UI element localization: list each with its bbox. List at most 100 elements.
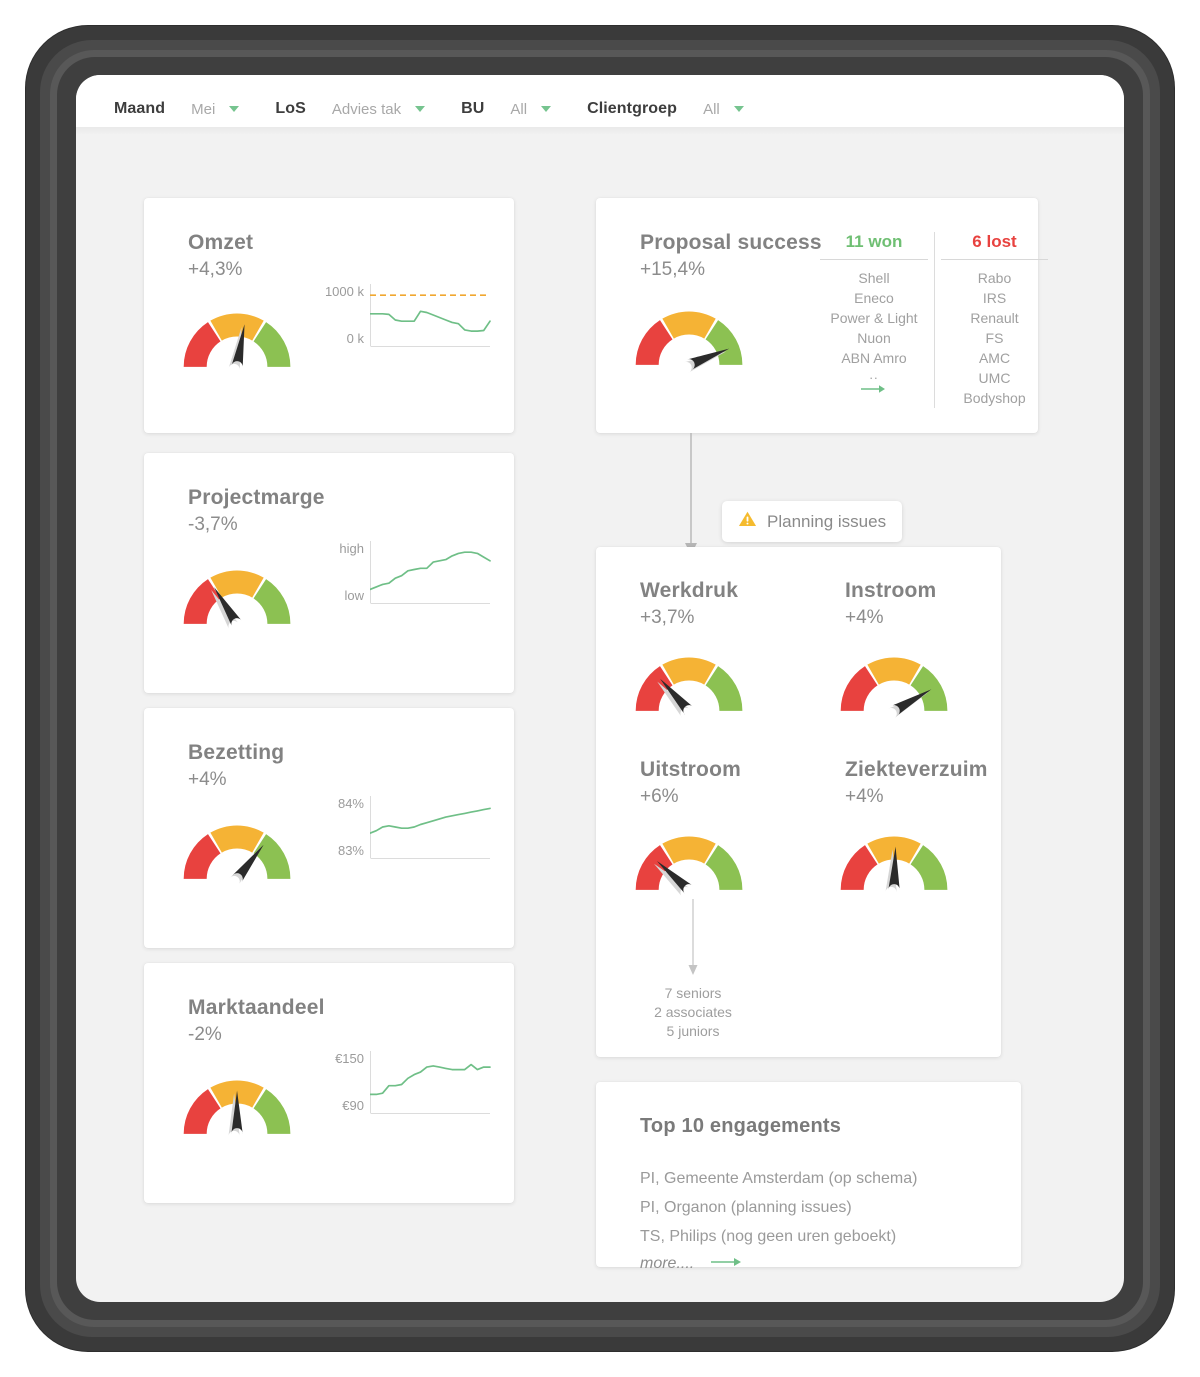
card-bezetting[interactable]: Bezetting +4% 84% 83% bbox=[144, 708, 514, 948]
engagements-more-link[interactable]: more.... bbox=[640, 1255, 917, 1273]
proposal-won-item: Power & Light bbox=[830, 310, 918, 326]
gauge-omzet bbox=[180, 308, 294, 380]
filter-tab-maand[interactable]: Maand Mei bbox=[100, 91, 254, 127]
ellipsis-label: .. bbox=[869, 367, 879, 382]
proposal-won-header: 11 won bbox=[845, 232, 903, 251]
kpi-header-proposal: Proposal success +15,4% bbox=[640, 231, 822, 281]
engagements-more-label: more.... bbox=[640, 1255, 695, 1272]
filter-label-maand: Maand bbox=[114, 100, 166, 117]
chevron-down-icon[interactable] bbox=[733, 106, 744, 112]
filter-value-clientgroep: All bbox=[703, 100, 720, 118]
engagements-title: Top 10 engagements bbox=[640, 1115, 842, 1137]
filter-tab-clientgroep[interactable]: Clientgroep All bbox=[573, 91, 758, 127]
proposal-outcomes-table: 11 won Shell Eneco Power & Light Nuon ABN Am… bbox=[814, 232, 1054, 408]
hr-metric-ziekteverzuim: Ziekteverzuim +4% bbox=[845, 758, 988, 808]
proposal-lost-item: Bodyshop bbox=[963, 390, 1026, 406]
filter-label-clientgroep: Clientgroep bbox=[587, 100, 678, 117]
kpi-header-marktaandeel: Marktaandeel -2% bbox=[188, 996, 325, 1046]
hr-metric-uitstroom: Uitstroom +6% bbox=[640, 758, 741, 808]
spark-label-bottom: low bbox=[344, 588, 364, 603]
kpi-delta-proposal: +15,4% bbox=[640, 259, 705, 280]
list-item[interactable]: TS, Philips (nog geen uren geboekt) bbox=[640, 1222, 917, 1251]
kpi-delta-marktaandeel: -2% bbox=[188, 1024, 222, 1045]
filter-label-los: LoS bbox=[275, 100, 306, 117]
proposal-lost-item: Renault bbox=[970, 310, 1019, 326]
gauge-werkdruk bbox=[632, 652, 746, 724]
sparkline-marktaandeel: €150 €90 bbox=[318, 1051, 491, 1123]
filter-value-los: Advies tak bbox=[331, 100, 402, 118]
divider bbox=[820, 259, 928, 260]
kpi-title-uitstroom: Uitstroom bbox=[640, 758, 741, 781]
hr-metric-werkdruk: Werkdruk +3,7% bbox=[640, 579, 738, 629]
proposal-lost-list: Rabo IRS Renault FS AMC UMC Bodyshop bbox=[935, 268, 1054, 408]
kpi-delta-instroom: +4% bbox=[845, 607, 884, 628]
proposal-won-item: Shell bbox=[858, 270, 890, 286]
filter-value-maand: Mei bbox=[191, 100, 216, 118]
card-hr-metrics[interactable]: Werkdruk +3,7% Instroom +4% Uitstroom +6… bbox=[596, 547, 1001, 1057]
proposal-lost-header: 6 lost bbox=[972, 232, 1017, 251]
bezel-ring-innermost: Maand Mei LoS Advies tak BU All Clientgr… bbox=[57, 57, 1143, 1320]
chevron-down-icon[interactable] bbox=[541, 106, 552, 112]
breakdown-item: 7 seniors bbox=[664, 985, 722, 1001]
proposal-lost-item: UMC bbox=[978, 370, 1011, 386]
bezel-ring-inner: Maand Mei LoS Advies tak BU All Clientgr… bbox=[50, 50, 1150, 1327]
filter-bar: Maand Mei LoS Advies tak BU All Clientgr… bbox=[76, 75, 1124, 127]
kpi-title-instroom: Instroom bbox=[845, 579, 937, 602]
sparkline-omzet: 1000 k 0 k bbox=[318, 284, 491, 356]
card-projectmarge[interactable]: Projectmarge -3,7% high low bbox=[144, 453, 514, 693]
kpi-delta-bezetting: +4% bbox=[188, 769, 227, 790]
card-marktaandeel[interactable]: Marktaandeel -2% €150 €90 bbox=[144, 963, 514, 1203]
sparkline-bezetting: 84% 83% bbox=[318, 796, 491, 868]
list-item[interactable]: PI, Organon (planning issues) bbox=[640, 1193, 917, 1222]
proposal-lost-item: AMC bbox=[978, 350, 1011, 366]
uitstroom-breakdown: 7 seniors 2 associates 5 juniors bbox=[608, 984, 778, 1041]
card-top-engagements[interactable]: Top 10 engagements PI, Gemeente Amsterda… bbox=[596, 1082, 1021, 1272]
dashboard-canvas: Omzet +4,3% 1000 k 0 k Projectmarge -3,7… bbox=[76, 127, 1124, 1302]
spark-label-top: 1000 k bbox=[324, 284, 364, 299]
proposal-won-more[interactable]: .. bbox=[814, 367, 934, 400]
chevron-down-icon[interactable] bbox=[229, 106, 240, 112]
filter-value-bu: All bbox=[510, 100, 528, 118]
sparkline-projectmarge: high low bbox=[318, 541, 491, 613]
kpi-title-omzet: Omzet bbox=[188, 231, 254, 254]
kpi-delta-werkdruk: +3,7% bbox=[640, 607, 695, 628]
kpi-title-bezetting: Bezetting bbox=[188, 741, 285, 764]
planning-issues-label: Planning issues bbox=[767, 511, 887, 531]
spark-label-top: high bbox=[339, 541, 364, 556]
proposal-won-column: 11 won Shell Eneco Power & Light Nuon ABN Am… bbox=[814, 232, 934, 408]
kpi-header-bezetting: Bezetting +4% bbox=[188, 741, 284, 791]
kpi-delta-omzet: +4,3% bbox=[188, 259, 243, 280]
gauge-ziekteverzuim bbox=[837, 831, 951, 903]
proposal-lost-item: FS bbox=[985, 330, 1004, 346]
tablet-device: Maand Mei LoS Advies tak BU All Clientgr… bbox=[26, 26, 1174, 1351]
screen: Maand Mei LoS Advies tak BU All Clientgr… bbox=[76, 75, 1124, 1302]
filter-tab-bu[interactable]: BU All bbox=[447, 91, 566, 127]
filter-label-bu: BU bbox=[461, 100, 485, 117]
card-omzet[interactable]: Omzet +4,3% 1000 k 0 k bbox=[144, 198, 514, 433]
proposal-won-item: Eneco bbox=[854, 290, 894, 306]
chevron-down-icon[interactable] bbox=[415, 106, 426, 112]
proposal-won-item: Nuon bbox=[857, 330, 891, 346]
breakdown-item: 5 juniors bbox=[666, 1023, 720, 1039]
gauge-bezetting bbox=[180, 820, 294, 892]
breakdown-item: 2 associates bbox=[654, 1004, 732, 1020]
gauge-instroom bbox=[837, 652, 951, 724]
arrow-right-icon[interactable] bbox=[814, 382, 934, 400]
proposal-won-list: Shell Eneco Power & Light Nuon ABN Amro bbox=[814, 268, 934, 368]
card-proposal-success[interactable]: Proposal success +15,4% 11 won Shell Enec… bbox=[596, 198, 1048, 433]
list-item[interactable]: PI, Gemeente Amsterdam (op schema) bbox=[640, 1164, 917, 1193]
spark-label-top: €150 bbox=[335, 1051, 364, 1066]
kpi-header-omzet: Omzet +4,3% bbox=[188, 231, 253, 281]
kpi-delta-uitstroom: +6% bbox=[640, 786, 679, 807]
arrow-right-icon[interactable] bbox=[710, 1255, 744, 1273]
gauge-projectmarge bbox=[180, 565, 294, 637]
spark-label-bottom: 0 k bbox=[346, 331, 364, 346]
kpi-title-proposal: Proposal success bbox=[640, 231, 822, 254]
warning-triangle-icon bbox=[738, 510, 757, 533]
kpi-title-werkdruk: Werkdruk bbox=[640, 579, 739, 602]
filter-tab-los[interactable]: LoS Advies tak bbox=[261, 91, 440, 127]
gauge-uitstroom bbox=[632, 831, 746, 903]
proposal-lost-column: 6 lost Rabo IRS Renault FS AMC UMC Bodyshop bbox=[934, 232, 1054, 408]
kpi-delta-ziekteverzuim: +4% bbox=[845, 786, 884, 807]
planning-issues-badge[interactable]: Planning issues bbox=[722, 501, 903, 542]
